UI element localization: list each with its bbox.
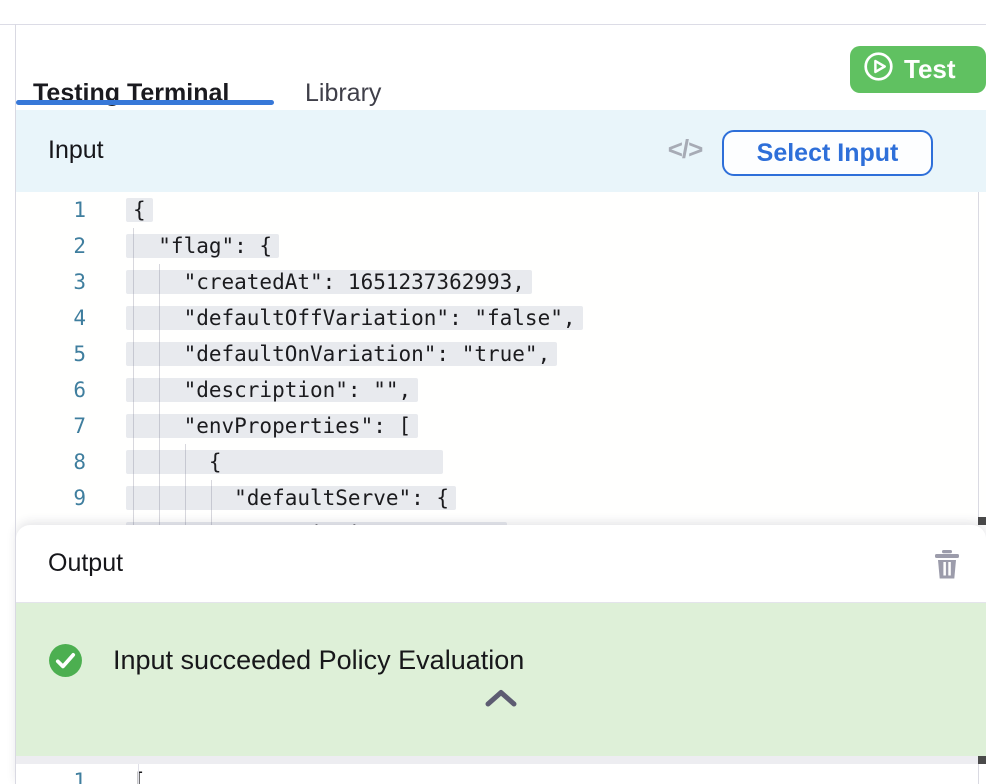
code-line: 3 "createdAt": 1651237362993,: [16, 264, 986, 300]
code-text: "defaultServe": {: [86, 480, 456, 516]
input-section-header: Input </> Select Input: [16, 110, 986, 192]
code-line: 5 "defaultOnVariation": "true",: [16, 336, 986, 372]
code-line: 6 "description": "",: [16, 372, 986, 408]
output-scrollbar-track: [16, 756, 986, 764]
line-number: 3: [16, 264, 86, 300]
output-section-title: Output: [48, 549, 123, 578]
code-line: 4 "defaultOffVariation": "false",: [16, 300, 986, 336]
code-line: 1{: [16, 192, 986, 228]
line-number: 8: [16, 444, 86, 480]
play-icon: [863, 51, 894, 89]
trash-icon: [934, 567, 960, 582]
code-view-icon[interactable]: </>: [657, 134, 713, 168]
test-button-label: Test: [904, 54, 956, 85]
input-code-editor[interactable]: 1{2 "flag": {3 "createdAt": 165123736299…: [16, 192, 986, 532]
chevron-up-icon: [483, 697, 519, 712]
code-text: "defaultOnVariation": "true",: [86, 336, 557, 372]
line-number: 9: [16, 480, 86, 516]
code-line: 8 {: [16, 444, 986, 480]
select-input-button[interactable]: Select Input: [722, 130, 933, 176]
line-number: 4: [16, 300, 86, 336]
code-text: "flag": {: [86, 228, 279, 264]
output-code-editor[interactable]: 1[: [16, 764, 986, 784]
success-check-icon: [48, 643, 83, 678]
code-text: "defaultOffVariation": "false",: [86, 300, 583, 336]
active-tab-underline: [16, 100, 274, 105]
input-editor-scrollbar-track: [978, 192, 979, 525]
status-banner: Input succeeded Policy Evaluation: [16, 603, 986, 756]
clear-output-button[interactable]: [934, 549, 960, 579]
output-editor-right-border: [978, 764, 979, 784]
line-number: 2: [16, 228, 86, 264]
tab-bar: Testing Terminal Library Test: [16, 25, 986, 110]
line-number: 5: [16, 336, 86, 372]
code-text: "envProperties": [: [86, 408, 418, 444]
code-text: {: [86, 444, 443, 480]
collapse-banner-button[interactable]: [483, 687, 519, 709]
line-number: 7: [16, 408, 86, 444]
input-editor-scrollbar-thumb[interactable]: [978, 517, 986, 525]
code-text: "createdAt": 1651237362993,: [86, 264, 532, 300]
code-text: [: [86, 764, 146, 784]
code-text: {: [86, 192, 153, 228]
status-message: Input succeeded Policy Evaluation: [113, 645, 524, 676]
code-line: 7 "envProperties": [: [16, 408, 986, 444]
line-number: 1: [16, 192, 86, 228]
left-divider: [15, 24, 16, 784]
code-line: 1[: [16, 764, 986, 784]
output-panel: Output Input succeeded Policy Evaluation: [16, 525, 986, 784]
output-gutter-divider: [138, 764, 139, 784]
output-header: Output: [16, 525, 986, 603]
line-number: 6: [16, 372, 86, 408]
code-line: 2 "flag": {: [16, 228, 986, 264]
line-number: 1: [16, 764, 86, 784]
output-scrollbar-thumb[interactable]: [978, 756, 986, 764]
input-section-title: Input: [48, 136, 104, 165]
code-line: 9 "defaultServe": {: [16, 480, 986, 516]
code-text: "description": "",: [86, 372, 418, 408]
testing-terminal-page: { "tabs": [ { "label": "Testing Terminal…: [0, 0, 986, 784]
tab-library[interactable]: Library: [305, 79, 381, 108]
test-button[interactable]: Test: [850, 46, 986, 93]
